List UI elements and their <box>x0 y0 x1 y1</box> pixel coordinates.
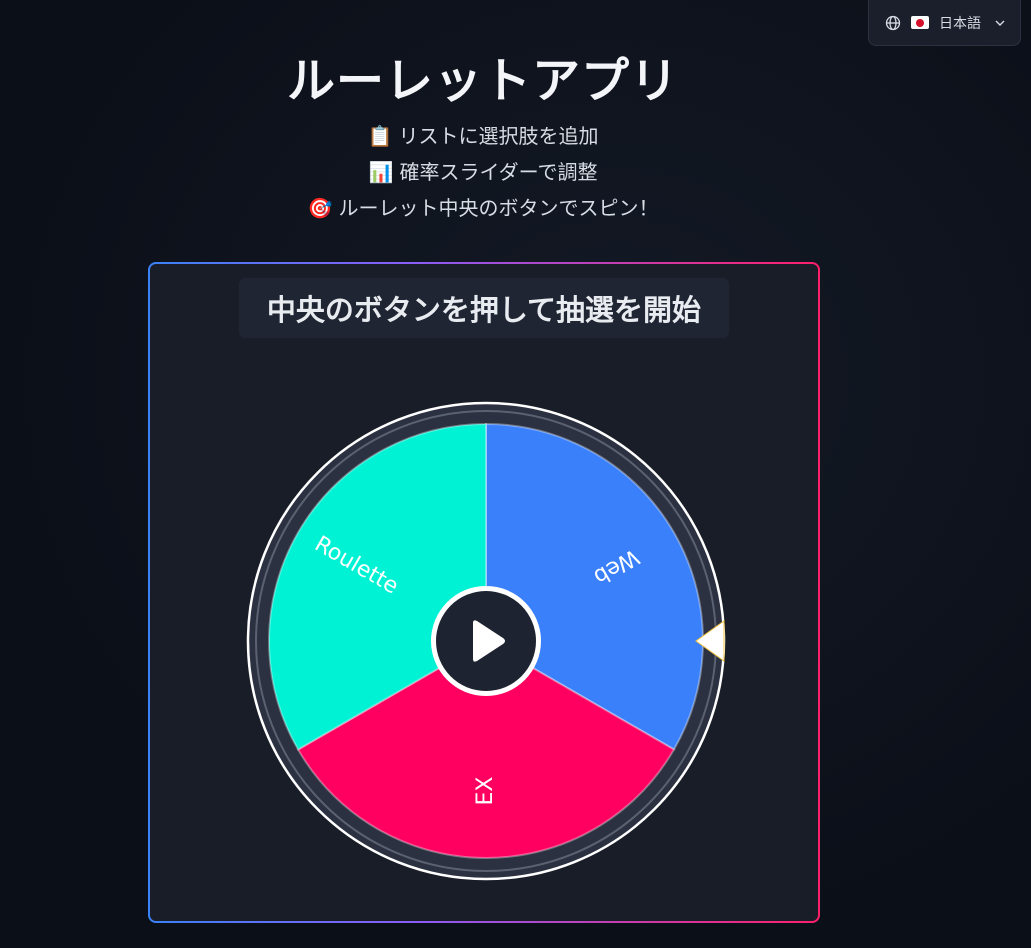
chevron-down-icon <box>994 17 1006 29</box>
roulette-panel: 中央のボタンを押して抽選を開始 Web EX Roulette <box>148 262 820 923</box>
spin-button[interactable] <box>431 586 541 696</box>
instruction-step: 📋 リストに選択肢を追加 <box>0 118 966 154</box>
prompt-banner: 中央のボタンを押して抽選を開始 <box>239 278 729 338</box>
language-label: 日本語 <box>939 15 981 32</box>
bar-chart-icon: 📊 <box>368 160 394 184</box>
clipboard-icon: 📋 <box>367 124 393 148</box>
instruction-text: 確率スライダーで調整 <box>399 160 598 184</box>
language-selector[interactable]: 日本語 <box>868 0 1021 46</box>
instruction-text: ルーレット中央のボタンでスピン！ <box>338 196 659 220</box>
target-icon: 🎯 <box>307 196 333 220</box>
wheel-segment-label: EX <box>473 777 498 806</box>
instruction-step: 🎯 ルーレット中央のボタンでスピン！ <box>0 190 966 226</box>
instruction-text: リストに選択肢を追加 <box>398 124 599 148</box>
instructions: 📋 リストに選択肢を追加 📊 確率スライダーで調整 🎯 ルーレット中央のボタンでスピン… <box>0 118 966 226</box>
roulette-wheel: Web EX Roulette <box>246 401 726 881</box>
globe-icon <box>885 15 901 31</box>
japan-flag-icon <box>911 16 929 29</box>
page-title: ルーレットアプリ <box>286 53 679 109</box>
instruction-step: 📊 確率スライダーで調整 <box>0 154 966 190</box>
